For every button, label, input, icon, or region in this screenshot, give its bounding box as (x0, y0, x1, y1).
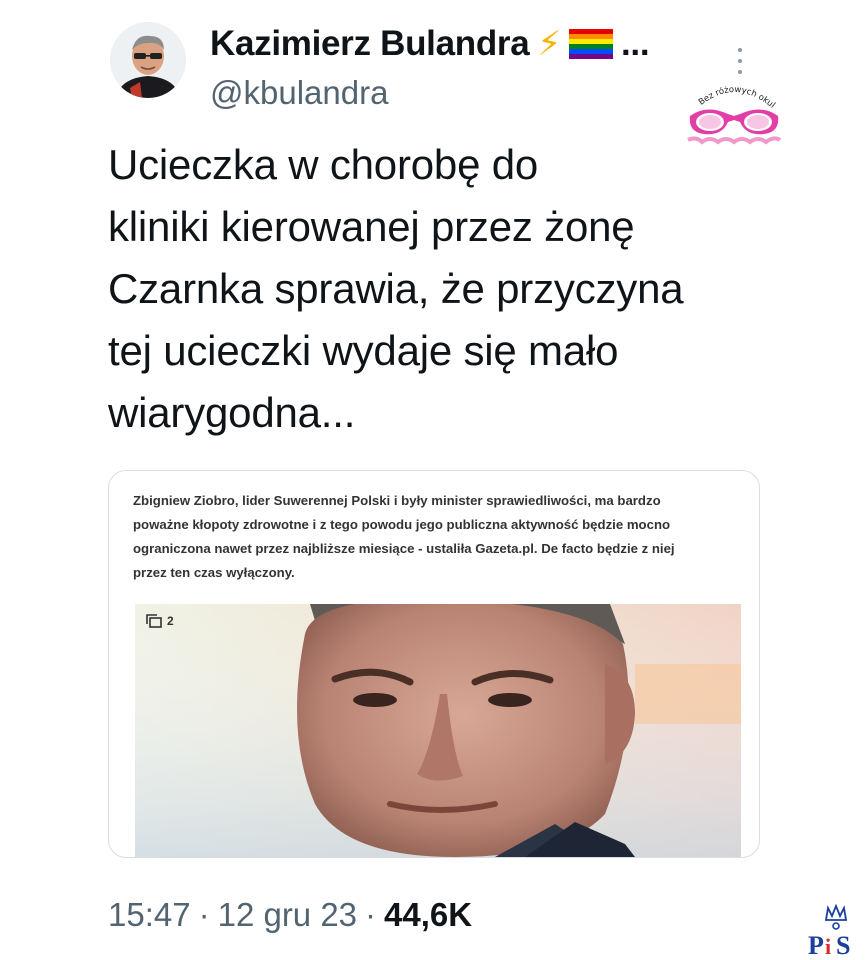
tweet-line: wiarygodna... (108, 389, 356, 436)
tweet-line: Czarnka sprawia, że przyczyna (108, 265, 684, 312)
article-line: poważne kłopoty zdrowotne i z tego powod… (133, 517, 671, 532)
avatar-image (110, 22, 186, 98)
media-card[interactable]: Zbigniew Ziobro, lider Suwerennej Polski… (108, 470, 760, 858)
tweet-line: kliniki kierowanej przez żonę (108, 203, 635, 250)
article-line: ograniczona nawet przez najbliższe miesi… (133, 541, 675, 556)
author-display-name[interactable]: Kazimierz Bulandra (210, 24, 530, 64)
lightning-emoji: ⚡ (537, 25, 561, 63)
svg-text:Bez różowych okularów: Bez różowych okularów (684, 78, 777, 111)
tweet-time[interactable]: 15:47 (108, 896, 191, 933)
author-handle[interactable]: @kbulandra (210, 74, 388, 112)
name-truncation: ... (621, 24, 650, 63)
svg-text:P: P (808, 931, 824, 958)
gallery-icon (146, 614, 162, 628)
gallery-count: 2 (167, 614, 174, 628)
more-options-icon[interactable] (735, 48, 745, 74)
tweet-meta: 15:47 · 12 gru 23 · 44,6K (108, 896, 472, 934)
pis-logo: P i S (808, 904, 850, 958)
article-line: Zbigniew Ziobro, lider Suwerennej Polski… (133, 493, 661, 508)
article-excerpt: Zbigniew Ziobro, lider Suwerennej Polski… (133, 489, 743, 585)
avatar[interactable] (110, 22, 186, 98)
tweet-line: tej ucieczki wydaje się mało (108, 327, 619, 374)
portrait-image (135, 604, 741, 857)
tweet-text: Ucieczka w chorobę do kliniki kierowanej… (108, 134, 798, 444)
tweet-line: Ucieczka w chorobę do (108, 141, 539, 188)
svg-text:i: i (825, 934, 831, 958)
article-photo[interactable]: 2 (135, 604, 741, 857)
svg-text:S: S (836, 931, 850, 958)
separator-dot: · (198, 896, 210, 933)
view-count[interactable]: 44,6K (384, 896, 472, 933)
gallery-count-badge: 2 (145, 614, 174, 628)
separator-dot: · (365, 896, 377, 933)
tweet-date[interactable]: 12 gru 23 (218, 896, 357, 933)
article-line: przez ten czas wyłączony. (133, 565, 295, 580)
author-name-row[interactable]: Kazimierz Bulandra ⚡ ... (210, 24, 650, 64)
rainbow-flag-icon (569, 29, 613, 59)
